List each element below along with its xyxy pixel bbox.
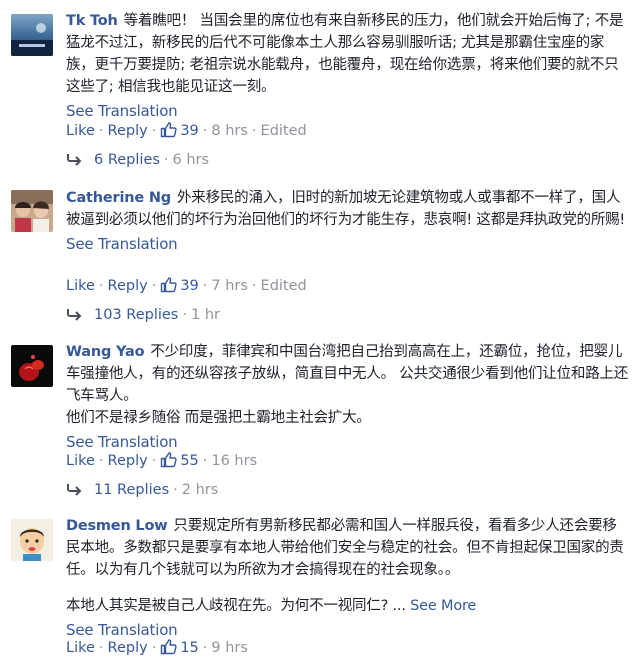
separator: · [251,123,257,139]
comment-author[interactable]: Tk Toh [66,13,118,29]
see-translation-link[interactable]: See Translation [66,100,630,122]
comment-text-line: 他们不是禄乡随俗 而是强把土霸地主社会扩大。 [66,410,371,426]
view-replies-link[interactable]: 11 Replies [94,482,169,498]
separator: · [98,640,104,656]
separator: · [151,453,157,469]
like-count[interactable]: 39 [180,123,198,139]
replies-timestamp: 1 hr [190,307,220,323]
like-count[interactable]: 15 [180,640,198,656]
comment-author[interactable]: Wang Yao [66,344,145,360]
see-more-link[interactable]: See More [410,598,476,614]
see-translation-link[interactable]: See Translation [66,431,630,453]
comment-text: 不少印度，菲律宾和中国台湾把自己抬到高高在上，还霸位，抢位，把婴儿车强撞他人，有… [66,344,629,404]
reply-arrow-icon [66,482,82,500]
separator: · [202,640,208,656]
separator: · [202,453,208,469]
separator: · [202,123,208,139]
see-translation-link[interactable]: See Translation [66,233,630,255]
reply-link[interactable]: Reply [108,123,148,139]
separator: · [98,278,104,294]
separator: · [98,453,104,469]
avatar[interactable] [11,190,53,232]
comment-author[interactable]: Catherine Ng [66,190,171,206]
like-link[interactable]: Like [66,640,95,656]
timestamp[interactable]: 8 hrs [211,123,248,139]
reply-arrow-icon [66,152,82,170]
separator: · [173,482,178,498]
separator: · [251,278,257,294]
like-link[interactable]: Like [66,123,95,139]
comment-author[interactable]: Desmen Low [66,518,168,534]
reply-arrow-icon [66,307,82,325]
view-replies-link[interactable]: 103 Replies [94,307,178,323]
like-link[interactable]: Like [66,278,95,294]
thumbs-up-icon[interactable] [160,638,177,659]
reply-link[interactable]: Reply [108,640,148,656]
edited-label[interactable]: Edited [261,123,307,139]
comment-text: 等着瞧吧！ 当国会里的席位也有来自新移民的压力，他们就会开始后悔了; 不是猛龙不… [66,13,624,95]
separator: · [98,123,104,139]
thumbs-up-icon[interactable] [160,276,177,297]
separator: · [163,152,169,168]
like-count[interactable]: 55 [180,453,198,469]
timestamp[interactable]: 9 hrs [211,640,248,656]
separator: · [151,278,157,294]
reply-link[interactable]: Reply [108,278,148,294]
avatar[interactable] [11,14,53,56]
timestamp[interactable]: 7 hrs [211,278,248,294]
replies-timestamp: 2 hrs [181,482,219,498]
thumbs-up-icon[interactable] [160,121,177,142]
reply-link[interactable]: Reply [108,453,148,469]
separator: · [151,123,157,139]
view-replies-link[interactable]: 6 Replies [94,152,160,168]
separator: · [202,278,208,294]
separator: · [182,307,187,323]
thumbs-up-icon[interactable] [160,451,177,472]
avatar[interactable] [11,345,53,387]
like-count[interactable]: 39 [180,278,198,294]
edited-label[interactable]: Edited [261,278,307,294]
comment-text-excerpt: 本地人其实是被自己人歧视在先。为何不一视同仁? ... [66,598,406,614]
replies-timestamp: 6 hrs [172,152,210,168]
like-link[interactable]: Like [66,453,95,469]
avatar[interactable] [11,519,53,561]
comment-text-line: 本地人其实是被自己人歧视在先。为何不一视同仁? ... See More [66,595,630,617]
separator: · [151,640,157,656]
timestamp[interactable]: 16 hrs [211,453,257,469]
